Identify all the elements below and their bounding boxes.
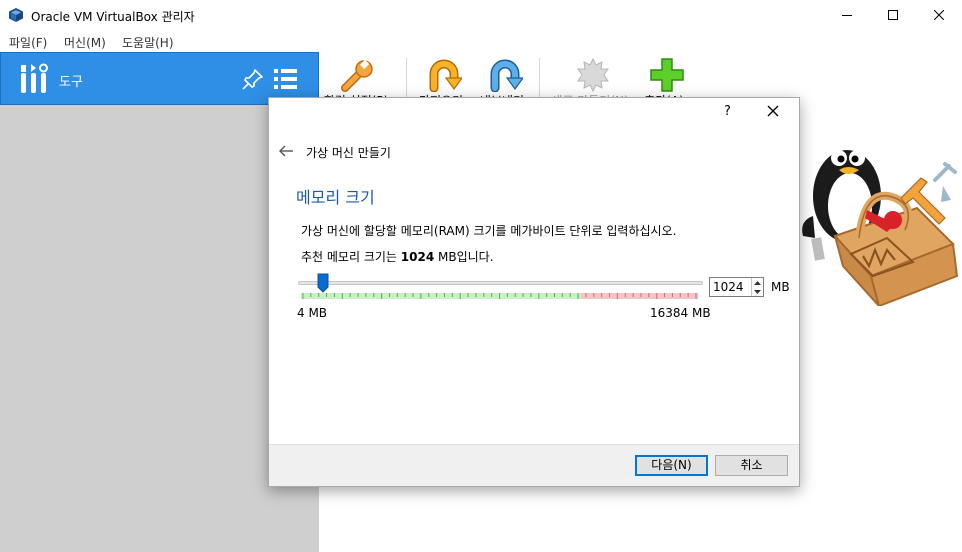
recommended-memory-text: 추천 메모리 크기는 1024 MB입니다.: [301, 248, 494, 265]
list-menu-icon[interactable]: [273, 66, 299, 92]
cancel-button[interactable]: 취소: [715, 455, 788, 476]
new-gear-icon: [577, 58, 609, 92]
export-arrow-icon: [490, 59, 523, 92]
add-plus-icon: [650, 58, 684, 92]
recommend-value: 1024: [400, 250, 435, 264]
close-button[interactable]: [916, 0, 962, 30]
spin-arrows: [751, 278, 763, 296]
close-icon: [934, 10, 944, 20]
memory-max-label: 16384 MB: [650, 306, 711, 320]
tools-icon: [21, 63, 48, 93]
dialog-footer: 다음(N) 취소: [269, 444, 799, 486]
memory-unit-label: MB: [771, 280, 790, 294]
spin-down-button[interactable]: [752, 287, 763, 296]
memory-slider-handle[interactable]: [317, 273, 329, 293]
import-arrow-icon: [429, 59, 462, 92]
virtualbox-mascot-illustration: [802, 150, 959, 306]
recommend-prefix: 추천 메모리 크기는: [301, 250, 401, 264]
title-bar: Oracle VM VirtualBox 관리자: [0, 0, 962, 30]
window-title: Oracle VM VirtualBox 관리자: [31, 10, 195, 24]
wrench-icon: [341, 59, 373, 92]
virtualbox-icon: [9, 8, 23, 22]
memory-description: 가상 머신에 할당할 메모리(RAM) 크기를 메가바이트 단위로 입력하십시오…: [301, 224, 677, 238]
menu-bar: 파일(F) 머신(M) 도움말(H): [0, 30, 962, 52]
memory-size-value[interactable]: 1024: [713, 280, 744, 294]
pin-icon[interactable]: [241, 67, 265, 91]
minimize-icon: [842, 15, 852, 16]
memory-slider-ticks: [301, 293, 698, 299]
recommend-suffix: MB입니다.: [434, 250, 494, 264]
help-button[interactable]: ?: [724, 104, 731, 119]
next-button[interactable]: 다음(N): [635, 455, 708, 476]
spin-up-icon: [754, 280, 761, 285]
back-arrow-icon[interactable]: [278, 145, 294, 157]
memory-slider-track[interactable]: [298, 281, 703, 285]
toolbar-separator: [539, 58, 540, 98]
spin-down-icon: [754, 289, 761, 294]
spin-up-button[interactable]: [752, 278, 763, 287]
create-vm-dialog: ? 가상 머신 만들기 메모리 크기 가상 머신에 할당할 메모리(RAM) 크…: [268, 97, 800, 487]
minimize-button[interactable]: [824, 0, 870, 30]
menu-file[interactable]: 파일(F): [9, 34, 47, 51]
wizard-title: 가상 머신 만들기: [306, 146, 391, 160]
maximize-icon: [888, 10, 898, 20]
page-title: 메모리 크기: [296, 188, 375, 207]
memory-size-spinbox[interactable]: 1024: [709, 277, 764, 297]
memory-min-label: 4 MB: [297, 306, 328, 320]
dialog-close-icon[interactable]: [766, 104, 780, 118]
tools-label: 도구: [59, 75, 83, 90]
maximize-button[interactable]: [870, 0, 916, 30]
menu-help[interactable]: 도움말(H): [122, 34, 174, 51]
menu-machine[interactable]: 머신(M): [64, 34, 106, 51]
